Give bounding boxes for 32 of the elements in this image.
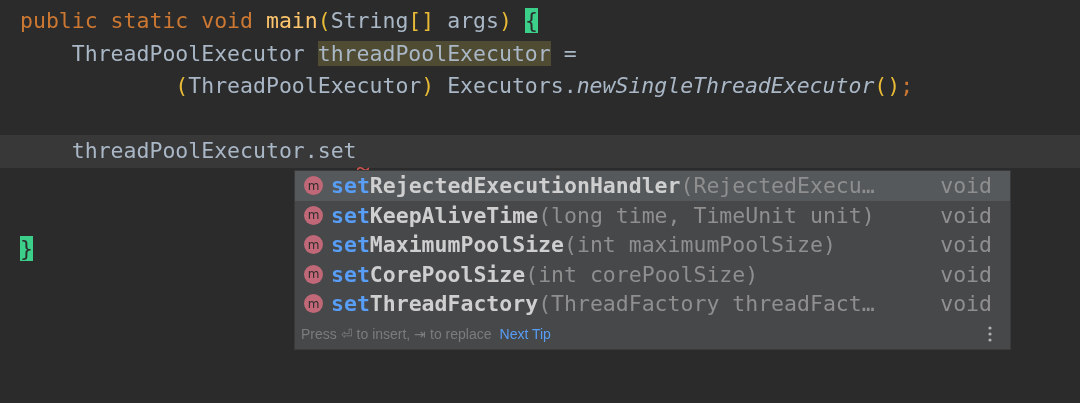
- method-icon: m: [304, 294, 323, 314]
- matched-brace: }: [20, 235, 33, 261]
- code-text: Executors.: [446, 73, 577, 98]
- method-icon: m: [304, 205, 323, 225]
- code-text: ThreadPoolExecutor: [188, 73, 422, 98]
- method-call: newSingleThreadExecutor: [576, 73, 875, 98]
- matched-brace: {: [524, 8, 538, 33]
- next-tip-link[interactable]: Next Tip: [499, 325, 988, 342]
- completion-item[interactable]: m setCorePoolSize(int corePoolSize) void: [295, 259, 1010, 289]
- code-text: threadPoolExecutor.set: [70, 138, 357, 163]
- bracket: []: [408, 8, 435, 33]
- keyword: public static void: [20, 8, 254, 33]
- completion-item[interactable]: m setThreadFactory(ThreadFactory threadFact… void: [295, 289, 1010, 319]
- bracket: ): [499, 8, 513, 33]
- code-text: =: [562, 40, 577, 66]
- completion-item[interactable]: m setMaximumPoolSize(int maximumPoolSize) void: [295, 230, 1010, 260]
- method-name: main: [265, 8, 318, 33]
- method-icon: m: [304, 264, 323, 284]
- keyword: ;: [900, 73, 914, 98]
- method-icon: m: [304, 176, 323, 196]
- code-text: String: [330, 8, 409, 33]
- bracket: (): [874, 73, 901, 98]
- completion-item[interactable]: m setRejectedExecutionHandler(RejectedExecu… void: [295, 171, 1010, 201]
- completion-item[interactable]: m setKeepAliveTime(long time, TimeUnit unit) void: [295, 200, 1010, 230]
- bracket: (: [317, 8, 331, 33]
- bracket: (: [174, 73, 189, 98]
- code-text: ThreadPoolExecutor: [70, 40, 306, 66]
- method-icon: m: [304, 235, 323, 255]
- highlighted-variable: threadPoolExecutor: [317, 40, 551, 66]
- more-icon[interactable]: [988, 325, 992, 342]
- bracket: ): [421, 73, 435, 98]
- code-text: args: [446, 8, 499, 33]
